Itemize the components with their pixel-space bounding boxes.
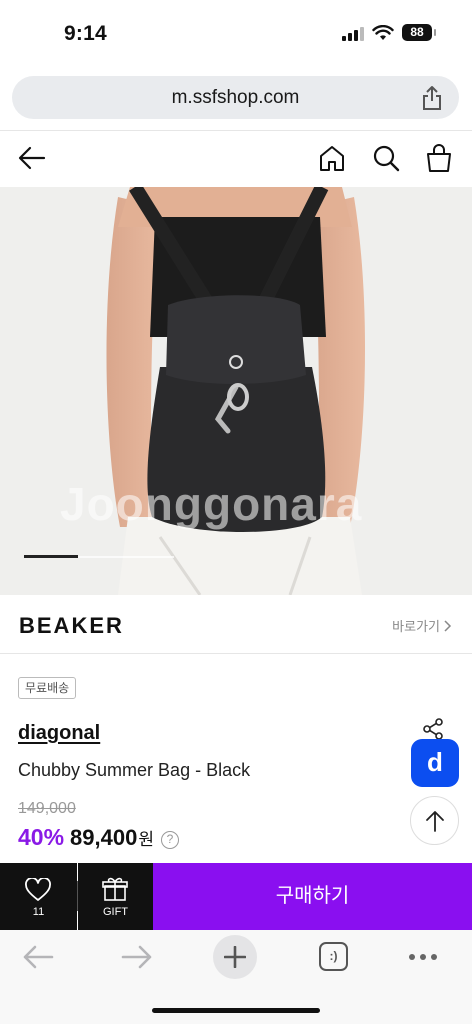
purchase-bar: 11 GIFT 구매하기 — [0, 863, 472, 930]
more-menu-icon[interactable] — [409, 954, 437, 960]
arrow-up-icon — [425, 810, 444, 832]
product-name: Chubby Summer Bag - Black — [18, 760, 251, 780]
home-indicator — [152, 1008, 320, 1013]
browser-forward-icon[interactable] — [121, 944, 153, 970]
wishlist-count: 11 — [32, 906, 45, 918]
tabs-button[interactable]: :) — [319, 942, 348, 971]
chevron-right-icon — [444, 619, 452, 632]
heart-icon — [25, 878, 51, 901]
wishlist-button[interactable]: 11 — [0, 863, 77, 930]
plus-icon — [224, 946, 246, 968]
brand-shortcut-link[interactable]: 바로가기 — [392, 616, 452, 635]
shopping-bag-icon[interactable] — [425, 143, 453, 173]
battery-icon: 88 — [402, 24, 436, 41]
price-row: 40% 89,400 원 ? — [18, 824, 179, 851]
cellular-signal-icon — [342, 25, 364, 41]
share-icon[interactable] — [421, 85, 443, 111]
search-icon[interactable] — [372, 144, 400, 172]
status-time: 9:14 — [64, 22, 107, 45]
brand-row: BEAKER 바로가기 — [0, 596, 472, 654]
new-tab-button[interactable] — [213, 935, 257, 979]
original-price: 149,000 — [18, 800, 76, 817]
free-shipping-badge: 무료배송 — [18, 677, 77, 699]
currency-unit: 원 — [138, 830, 154, 849]
product-image[interactable]: Joonggonara — [0, 187, 472, 595]
floating-d-button[interactable]: d — [411, 739, 459, 787]
buy-button[interactable]: 구매하기 — [153, 863, 472, 930]
image-slider-progress — [24, 555, 78, 558]
product-brand-link[interactable]: diagonal — [18, 722, 100, 745]
gift-icon — [102, 877, 128, 901]
discount-rate: 40% — [18, 824, 65, 850]
watermark: Joonggonara — [60, 478, 363, 530]
wifi-icon — [372, 24, 394, 40]
product-photo — [0, 187, 472, 595]
url-text[interactable]: m.ssfshop.com — [12, 87, 459, 109]
browser-toolbar: :) — [0, 930, 472, 1024]
browser-back-icon[interactable] — [22, 944, 54, 970]
image-slider-track — [24, 555, 174, 558]
url-bar[interactable]: m.ssfshop.com — [12, 76, 459, 119]
status-icons: 88 — [342, 24, 436, 41]
site-header — [0, 131, 472, 187]
gift-button[interactable]: GIFT — [78, 863, 153, 930]
scroll-to-top-button[interactable] — [410, 796, 459, 845]
gift-label: GIFT — [102, 906, 129, 918]
back-arrow-icon[interactable] — [18, 145, 46, 171]
sale-price: 89,400 — [70, 825, 138, 850]
status-bar: 9:14 88 — [0, 0, 472, 66]
brand-shortcut-label[interactable]: 바로가기 — [392, 616, 440, 635]
price-help-icon[interactable]: ? — [160, 831, 179, 849]
brand-logo[interactable]: BEAKER — [19, 613, 124, 639]
product-share-icon[interactable] — [421, 717, 445, 741]
home-icon[interactable] — [318, 144, 346, 172]
